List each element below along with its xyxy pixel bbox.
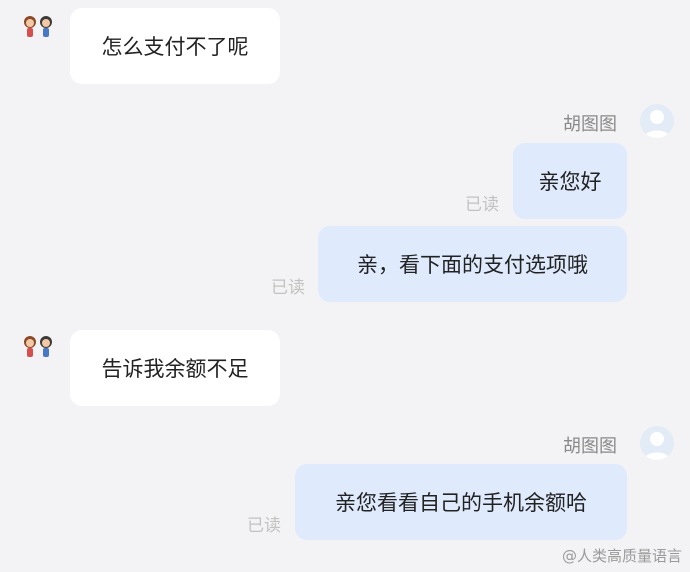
message-text: 告诉我余额不足: [101, 357, 249, 381]
read-status: 已读: [247, 516, 281, 536]
message-text: 亲您看看自己的手机余额哈: [335, 491, 587, 515]
default-user-avatar-icon[interactable]: [640, 104, 674, 138]
message-bubble-outgoing[interactable]: 亲您好: [513, 143, 627, 219]
default-user-avatar-icon[interactable]: [640, 426, 674, 460]
message-text: 亲，看下面的支付选项哦: [357, 253, 588, 277]
read-status: 已读: [465, 195, 499, 215]
message-bubble-outgoing[interactable]: 亲您看看自己的手机余额哈: [295, 464, 627, 540]
sender-name: 胡图图: [563, 114, 617, 135]
message-bubble-outgoing[interactable]: 亲，看下面的支付选项哦: [318, 226, 627, 302]
message-bubble-incoming[interactable]: 告诉我余额不足: [70, 330, 280, 406]
couple-avatar-icon[interactable]: [20, 14, 58, 42]
message-text: 亲您好: [538, 170, 602, 194]
message-text: 怎么支付不了呢: [101, 35, 249, 59]
watermark: @人类高质量语言: [561, 547, 682, 565]
couple-avatar-icon[interactable]: [20, 334, 58, 362]
message-bubble-incoming[interactable]: 怎么支付不了呢: [70, 8, 280, 84]
read-status: 已读: [271, 278, 305, 298]
sender-name: 胡图图: [563, 436, 617, 457]
